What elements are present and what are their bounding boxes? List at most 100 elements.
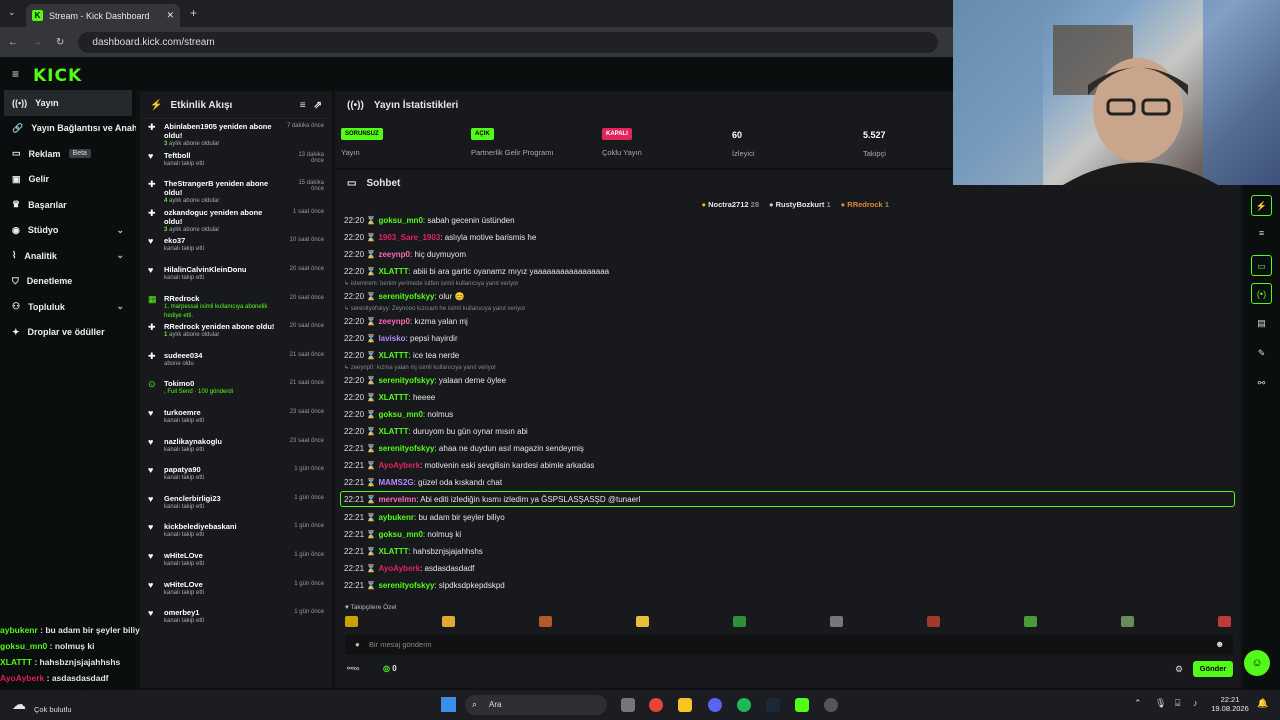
message-user[interactable]: lavisko [378, 334, 405, 343]
activity-item[interactable]: ♥ Teftboll kanalı takip etti 13 dakika önce [140, 148, 332, 177]
list-icon[interactable]: ≡ [1251, 223, 1272, 244]
wrench-icon[interactable]: ✎ [1251, 343, 1272, 364]
menu-icon[interactable]: ≡ [12, 67, 19, 81]
sidebar-item-denetleme[interactable]: ⛉ Denetleme [0, 269, 136, 295]
popout-icon[interactable]: ⇗ [314, 100, 322, 111]
task-view-icon[interactable] [621, 698, 635, 712]
channel-points-link-icon[interactable]: ⚯∞ [347, 664, 359, 673]
forward-icon[interactable]: → [32, 37, 42, 48]
channel-points[interactable]: ◎ 0 [383, 664, 397, 673]
chat-message[interactable]: 22:20 ⌛ 1903_Sare_1903: aslıyla motive b… [344, 231, 536, 244]
gifter[interactable]: ● Noctra2712 28 [702, 200, 760, 209]
mic-icon[interactable]: 🎙 [1155, 698, 1166, 709]
message-user[interactable]: XLATTT [378, 351, 408, 360]
share-icon[interactable]: ⚯ [1251, 373, 1272, 394]
emote-icon[interactable] [1121, 616, 1134, 627]
sidebar-item-topluluk[interactable]: ⚇ Topluluk ⌄ [0, 294, 136, 320]
sidebar-item-stream-key[interactable]: 🔗 Yayın Bağlantısı ve Anahtarı [0, 116, 136, 142]
chat-message[interactable]: 22:20 ⌛ XLATTT: ice tea nerde [344, 349, 459, 362]
back-icon[interactable]: ← [8, 37, 18, 48]
chat-message[interactable]: 22:21 ⌛ XLATTT: hahsbznjsjajahhshs [344, 545, 483, 558]
network-icon[interactable]: ⌸ [1175, 698, 1180, 709]
send-button[interactable]: Gönder [1193, 661, 1233, 677]
message-user[interactable]: XLATTT [378, 267, 408, 276]
chat-input[interactable]: Bir mesaj gönderin [345, 635, 1233, 655]
weather-icon[interactable]: ☁ [12, 696, 26, 713]
chat-message[interactable]: 22:20 ⌛ XLATTT: duruyom bu gün oynar mıs… [344, 425, 528, 438]
sidebar-item-analitik[interactable]: ⌇ Analitik ⌄ [0, 243, 136, 269]
emote-icon[interactable] [442, 616, 455, 627]
close-tab-icon[interactable]: ✕ [166, 10, 174, 21]
message-user[interactable]: XLATTT [378, 427, 408, 436]
message-user[interactable]: serenityofskyy [378, 376, 434, 385]
message-user[interactable]: goksu_mn0 [378, 216, 422, 225]
sidebar-item-reklam[interactable]: ▭ Reklam Beta [0, 141, 136, 167]
message-user[interactable]: AyoAyberk [378, 461, 420, 470]
activity-item[interactable]: ♥ omerbey1 kanalı takip etti 1 gün önce [140, 605, 332, 634]
chat-message[interactable]: 22:20 ⌛ zeeynp0: kızma yalan mj [344, 315, 468, 328]
kick-app-icon[interactable] [795, 698, 809, 712]
message-user[interactable]: zeeynp0 [378, 317, 410, 326]
activity-item[interactable]: ♥ turkoemre kanalı takip etti 23 saat önce [140, 405, 332, 434]
notification-icon[interactable]: 🔔 [1257, 698, 1268, 709]
message-user[interactable]: aybukenr [378, 513, 414, 522]
message-user[interactable]: MAMS2G [378, 478, 413, 487]
chat-message[interactable]: 22:20 ⌛ goksu_mn0: sabah gecenin üstünde… [344, 214, 515, 227]
activity-item[interactable]: ✚ ozkandoguc yeniden abone oldu! 3 aylık a… [140, 205, 332, 234]
volume-icon[interactable]: ♪ [1193, 698, 1198, 708]
activity-item[interactable]: ♥ eko37 kanalı takip etti 10 saat önce [140, 233, 332, 262]
chat-message[interactable]: 22:20 ⌛ XLATTT: heeee [344, 391, 435, 404]
activity-item[interactable]: ♥ nazlikaynakoglu kanalı takip etti 23 saat… [140, 434, 332, 463]
activity-item[interactable]: ✚ sudeee034 abone oldu 21 saat önce [140, 348, 332, 377]
emoji-icon[interactable]: ☻ [1215, 639, 1224, 649]
emote-icon[interactable] [830, 616, 843, 627]
clock[interactable]: 22:21 19.08.2026 [1210, 695, 1250, 713]
discord-icon[interactable] [708, 698, 722, 712]
browser-tab[interactable]: K Stream - Kick Dashboard ✕ [26, 4, 180, 27]
activity-item[interactable]: ▦ RRedrock 1, marpessai isimli kullanıcıya… [140, 291, 332, 320]
activity-item[interactable]: ✚ Abinlaben1905 yeniden abone oldu! 3 aylı… [140, 119, 332, 148]
gear-icon[interactable]: ⚙ [1175, 664, 1183, 675]
chat-message[interactable]: 22:20 ⌛ serenityofskyy: yalaan deme öyle… [344, 374, 506, 387]
emote-icon[interactable] [1218, 616, 1231, 627]
activity-item[interactable]: ♥ papatya90 kanalı takip etti 1 gün önce [140, 462, 332, 491]
chat-message[interactable]: 22:21 ⌛ AyoAyberk: asdasdasdadf [344, 562, 474, 575]
emote-icon[interactable] [1024, 616, 1037, 627]
steam-icon[interactable] [766, 698, 780, 712]
message-user[interactable]: goksu_mn0 [378, 530, 422, 539]
tray-chevron-icon[interactable]: ⌃ [1134, 698, 1142, 709]
help-chat-icon[interactable]: ☺ [1244, 650, 1270, 676]
chat-message[interactable]: 22:21 ⌛ serenityofskyy: ahaa ne duydun a… [344, 442, 584, 455]
message-user[interactable]: XLATTT [378, 547, 408, 556]
message-user[interactable]: serenityofskyy [378, 292, 434, 301]
broadcast-toggle-icon[interactable]: (•) [1251, 283, 1272, 304]
chat-message[interactable]: 22:21 ⌛ AyoAyberk: motivenin eski sevgil… [344, 459, 594, 472]
activity-item[interactable]: ♥ wHiteLOve kanalı takip etti 1 gün önce [140, 577, 332, 606]
sidebar-item-droplar[interactable]: ✦ Droplar ve ödüller [0, 320, 136, 346]
chat-message[interactable]: 22:20 ⌛ zeeynp0: hiç duymuyom [344, 248, 466, 261]
message-user[interactable]: AyoAyberk [378, 564, 420, 573]
emote-icon[interactable] [345, 616, 358, 627]
chat-message[interactable]: 22:20 ⌛ serenityofskyy: olur 😊 [344, 290, 464, 303]
message-user[interactable]: serenityofskyy [378, 444, 434, 453]
sidebar-item-basarilar[interactable]: ♛ Başarılar [0, 192, 136, 218]
sidebar-item-studyo[interactable]: ◉ Stüdyo ⌄ [0, 218, 136, 244]
chat-message[interactable]: 22:21 ⌛ goksu_mn0: nolmuş ki [344, 528, 461, 541]
chat-settings-icon[interactable]: ● [355, 640, 360, 649]
emote-icon[interactable] [539, 616, 552, 627]
activity-item[interactable]: ♥ wHiteLOve kanalı takip etti 1 gün önce [140, 548, 332, 577]
activity-item[interactable]: ⊙ Tokimo0, Full Send · 100 gönderdi 21 saa… [140, 376, 332, 405]
kick-logo[interactable]: KICK [33, 66, 82, 86]
message-user[interactable]: mervelmn [378, 495, 416, 504]
emote-icon[interactable] [733, 616, 746, 627]
emote-icon[interactable] [636, 616, 649, 627]
activity-item[interactable]: ♥ HilalinCalvinKleinDonu kanalı takip etti… [140, 262, 332, 291]
chat-toggle-icon[interactable]: ▭ [1251, 255, 1272, 276]
tab-search-icon[interactable]: ⌄ [8, 7, 16, 18]
quick-actions-icon[interactable]: ⚡ [1251, 195, 1272, 216]
spotify-icon[interactable] [737, 698, 751, 712]
chat-message[interactable]: 22:21 ⌛ MAMS2G: güzel oda kıskandı chat [344, 476, 502, 489]
obs-icon[interactable] [824, 698, 838, 712]
chat-message[interactable]: 22:21 ⌛ aybukenr: bu adam bir şeyler bil… [344, 511, 505, 524]
activity-item[interactable]: ✚ TheStrangerB yeniden abone oldu! 4 aylık… [140, 176, 332, 205]
